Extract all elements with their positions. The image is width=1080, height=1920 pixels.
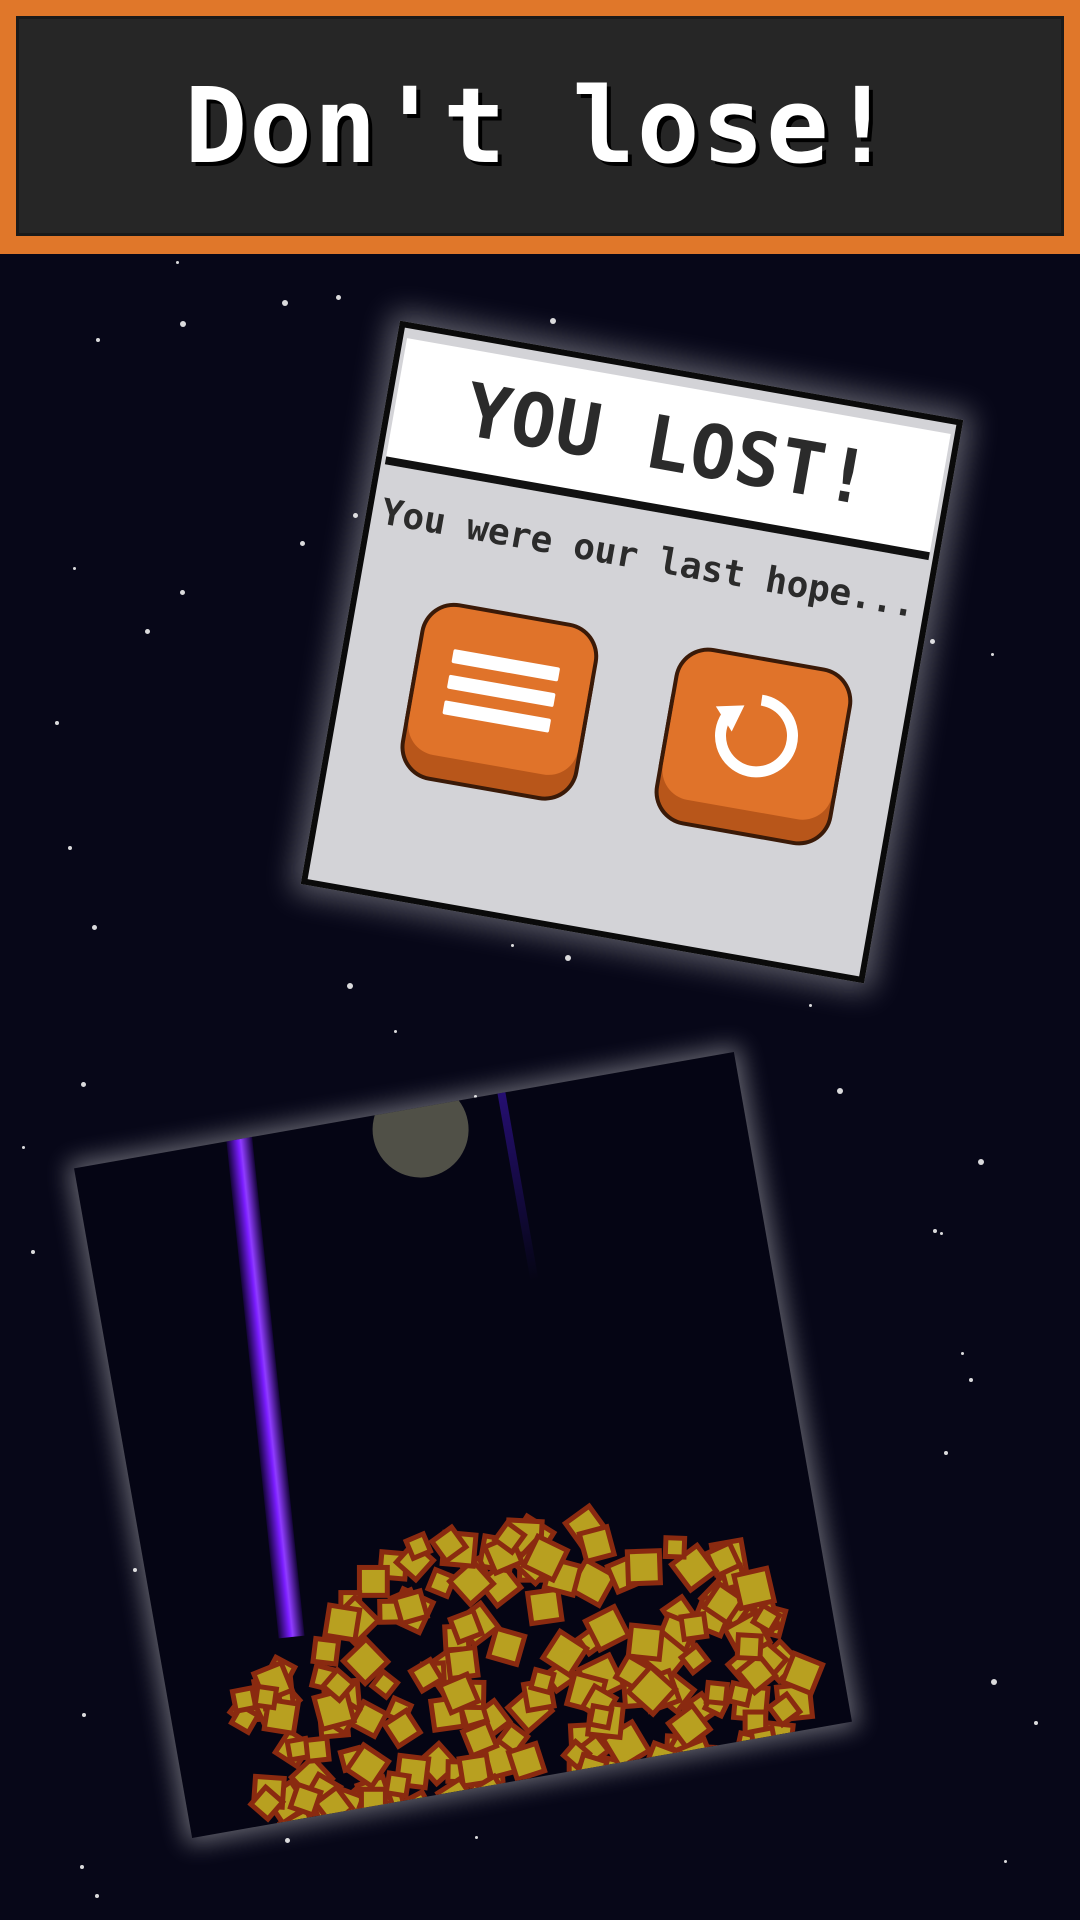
rubble-block xyxy=(229,1684,259,1715)
rubble-block xyxy=(383,1770,412,1799)
star xyxy=(961,1352,964,1355)
star xyxy=(176,261,179,264)
lost-dialog: YOU LOST! You were our last hope... xyxy=(300,320,964,984)
star xyxy=(347,983,353,989)
rubble-block xyxy=(485,1625,528,1668)
star xyxy=(353,513,358,518)
rubble-block xyxy=(356,1564,390,1598)
title-banner: Don't lose! xyxy=(0,0,1080,254)
star xyxy=(933,1229,937,1233)
star xyxy=(565,955,571,961)
star xyxy=(1034,1721,1038,1725)
star xyxy=(1004,1860,1007,1863)
star xyxy=(180,590,185,595)
star xyxy=(300,541,305,546)
rubble-block xyxy=(524,1586,565,1627)
rubble-block xyxy=(505,1740,548,1783)
menu-button[interactable] xyxy=(403,602,599,780)
star xyxy=(282,300,288,306)
rubble-block xyxy=(459,1718,500,1760)
star xyxy=(550,318,556,324)
star xyxy=(95,1894,99,1898)
rubble-block xyxy=(678,1610,710,1643)
star xyxy=(969,1378,973,1382)
star xyxy=(92,925,97,930)
star xyxy=(991,653,994,656)
rubble-block xyxy=(252,1683,280,1711)
rubble-block xyxy=(734,1632,764,1662)
star xyxy=(285,1838,290,1843)
rubble-block xyxy=(625,1622,666,1663)
star xyxy=(394,1030,397,1033)
star xyxy=(837,1088,843,1094)
star xyxy=(180,321,186,327)
star xyxy=(81,1082,86,1087)
star xyxy=(930,639,935,644)
asteroid-rubble xyxy=(226,1502,826,1839)
star xyxy=(336,295,341,300)
rubble-block xyxy=(662,1535,688,1560)
star xyxy=(22,1146,25,1149)
star xyxy=(96,338,100,342)
star xyxy=(73,567,76,570)
star xyxy=(475,1836,478,1839)
rubble-block xyxy=(624,1548,664,1587)
rubble-block xyxy=(576,1523,618,1565)
rubble-block xyxy=(527,1666,557,1696)
rubble-block xyxy=(730,1565,778,1612)
star xyxy=(82,1713,86,1717)
star xyxy=(68,846,72,850)
rubble-block xyxy=(586,1702,615,1731)
banner-title: Don't lose! xyxy=(184,65,896,187)
rubble-block xyxy=(402,1530,434,1562)
star xyxy=(511,944,514,947)
star xyxy=(809,1004,812,1007)
star xyxy=(940,1232,943,1235)
star xyxy=(80,1865,84,1869)
rubble-block xyxy=(703,1679,731,1707)
star xyxy=(133,1568,137,1572)
star xyxy=(991,1679,997,1685)
retry-icon xyxy=(715,694,798,778)
title-banner-panel: Don't lose! xyxy=(16,16,1064,236)
star xyxy=(145,629,150,634)
rubble-block xyxy=(303,1735,332,1765)
star xyxy=(978,1159,984,1165)
star xyxy=(55,721,59,725)
rubble-block xyxy=(391,1587,431,1627)
rubble-block xyxy=(287,1781,324,1819)
rubble-block xyxy=(310,1635,342,1667)
star xyxy=(944,1451,948,1455)
game-preview xyxy=(74,1051,852,1839)
rubble-block xyxy=(322,1602,363,1643)
star xyxy=(31,1250,35,1254)
rubble-block xyxy=(446,1607,486,1646)
retry-button[interactable] xyxy=(657,646,854,825)
